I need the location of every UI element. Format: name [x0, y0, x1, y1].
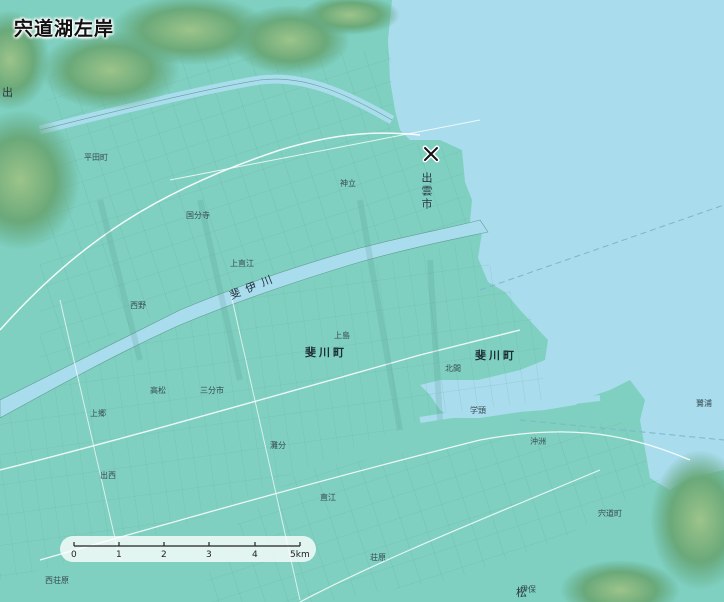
label-kawaguchi: 灘分 [270, 441, 286, 450]
label-kokubu: 国分寺 [186, 211, 210, 220]
label-gakutou: 学頭 [470, 406, 486, 415]
map-title: 宍道湖左岸 [14, 18, 115, 40]
label-idu: 出 [2, 86, 13, 99]
label-hikawa-town-east: 斐川町 [475, 349, 517, 362]
label-hikawa-town: 斐川町 [305, 346, 347, 359]
label-koharu: 出西 [100, 471, 116, 480]
scale-tick-5: 5km [290, 550, 310, 560]
label-ogu: 荘原 [370, 553, 386, 562]
scale-bar-graphic [73, 542, 301, 547]
label-nishikoto: 西荘原 [45, 576, 69, 585]
label-kizuki: 神立 [340, 179, 356, 188]
scale-bar: 0 1 2 3 4 5km [60, 536, 316, 562]
map-view[interactable]: 宍道湖左岸 出雲市 斐川町 斐川町 斐伊川 平田町 出 松 国分寺 神立 上島 … [0, 0, 724, 602]
label-bukkyo: 伊保 [520, 585, 536, 594]
label-nishino: 西野 [130, 301, 146, 310]
label-izumo-city: 出雲市 [420, 172, 433, 211]
scale-tick-1: 1 [116, 550, 122, 560]
scale-tick-2: 2 [161, 550, 167, 560]
label-kitama: 北間 [445, 364, 461, 373]
label-sono: 三分市 [200, 386, 224, 395]
label-okitano: 沖洲 [530, 437, 546, 446]
label-sagi: 鷺浦 [696, 399, 712, 408]
label-kaminao: 上直江 [230, 259, 254, 268]
label-hirata: 平田町 [84, 153, 108, 162]
scale-tick-3: 3 [206, 550, 212, 560]
label-taki: 上郷 [90, 409, 106, 418]
label-takamatsu: 高松 [150, 386, 166, 395]
close-x-icon[interactable] [422, 145, 440, 163]
scale-tick-0: 0 [71, 550, 77, 560]
scale-tick-4: 4 [252, 550, 258, 560]
label-higashi: 直江 [320, 493, 336, 502]
label-kamishima: 上島 [334, 331, 350, 340]
label-yoshinori-kanda: 宍道町 [598, 509, 622, 518]
